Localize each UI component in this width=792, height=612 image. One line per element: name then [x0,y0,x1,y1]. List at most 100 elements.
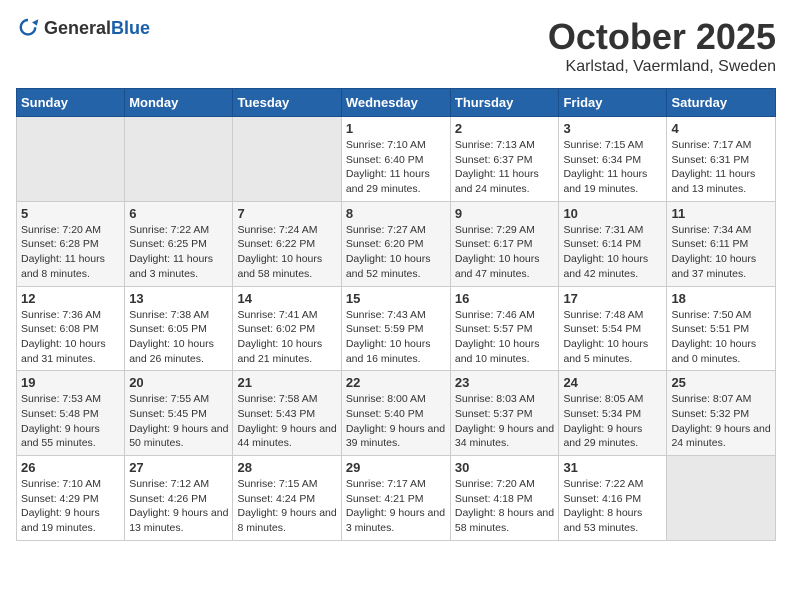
day-info: Sunrise: 7:24 AMSunset: 6:22 PMDaylight:… [237,223,336,282]
day-number: 5 [21,206,120,221]
sunrise-text: Sunrise: 7:29 AM [455,223,555,238]
sunset-text: Sunset: 5:40 PM [346,407,446,422]
sunset-text: Sunset: 6:14 PM [563,237,662,252]
daylight-text: Daylight: 10 hours and 31 minutes. [21,337,120,366]
header-thursday: Thursday [450,89,559,117]
calendar-week-row: 5Sunrise: 7:20 AMSunset: 6:28 PMDaylight… [17,201,776,286]
day-info: Sunrise: 7:12 AMSunset: 4:26 PMDaylight:… [129,477,228,536]
daylight-text: Daylight: 10 hours and 42 minutes. [563,252,662,281]
daylight-text: Daylight: 11 hours and 24 minutes. [455,167,555,196]
table-row: 6Sunrise: 7:22 AMSunset: 6:25 PMDaylight… [125,201,233,286]
sunset-text: Sunset: 5:48 PM [21,407,120,422]
day-number: 19 [21,375,120,390]
logo-general: General [44,18,111,38]
sunset-text: Sunset: 5:43 PM [237,407,336,422]
table-row [233,117,341,202]
day-info: Sunrise: 7:22 AMSunset: 4:16 PMDaylight:… [563,477,662,536]
day-number: 26 [21,460,120,475]
day-info: Sunrise: 8:00 AMSunset: 5:40 PMDaylight:… [346,392,446,451]
logo-blue: Blue [111,18,150,38]
sunset-text: Sunset: 6:05 PM [129,322,228,337]
table-row: 14Sunrise: 7:41 AMSunset: 6:02 PMDayligh… [233,286,341,371]
day-number: 22 [346,375,446,390]
sunrise-text: Sunrise: 7:38 AM [129,308,228,323]
day-info: Sunrise: 7:15 AMSunset: 4:24 PMDaylight:… [237,477,336,536]
sunrise-text: Sunrise: 8:03 AM [455,392,555,407]
sunset-text: Sunset: 6:17 PM [455,237,555,252]
day-info: Sunrise: 7:46 AMSunset: 5:57 PMDaylight:… [455,308,555,367]
sunrise-text: Sunrise: 7:43 AM [346,308,446,323]
sunrise-text: Sunrise: 8:05 AM [563,392,662,407]
table-row: 17Sunrise: 7:48 AMSunset: 5:54 PMDayligh… [559,286,667,371]
sunset-text: Sunset: 6:28 PM [21,237,120,252]
table-row: 28Sunrise: 7:15 AMSunset: 4:24 PMDayligh… [233,456,341,541]
table-row: 22 Sunrise: 8:00 AMSunset: 5:40 PMDayligh… [341,371,450,456]
table-row: 30Sunrise: 7:20 AMSunset: 4:18 PMDayligh… [450,456,559,541]
sunrise-text: Sunrise: 7:17 AM [671,138,771,153]
day-number: 2 [455,121,555,136]
day-info: Sunrise: 7:17 AMSunset: 6:31 PMDaylight:… [671,138,771,197]
table-row: 4Sunrise: 7:17 AMSunset: 6:31 PMDaylight… [667,117,776,202]
day-info: Sunrise: 7:50 AMSunset: 5:51 PMDaylight:… [671,308,771,367]
logo-icon [16,16,40,40]
page-header: GeneralBlue October 2025 Karlstad, Vaerm… [16,16,776,76]
day-info: Sunrise: 7:10 AMSunset: 4:29 PMDaylight:… [21,477,120,536]
logo: GeneralBlue [16,16,150,40]
day-number: 15 [346,291,446,306]
day-info: Sunrise: 7:17 AMSunset: 4:21 PMDaylight:… [346,477,446,536]
sunrise-text: Sunrise: 7:24 AM [237,223,336,238]
day-info: Sunrise: 7:20 AMSunset: 4:18 PMDaylight:… [455,477,555,536]
table-row: 19 Sunrise: 7:53 AMSunset: 5:48 PMDayligh… [17,371,125,456]
table-row: 27 Sunrise: 7:12 AMSunset: 4:26 PMDayligh… [125,456,233,541]
daylight-text: Daylight: 11 hours and 29 minutes. [346,167,446,196]
day-number: 7 [237,206,336,221]
sunset-text: Sunset: 4:26 PM [129,492,228,507]
sunset-text: Sunset: 4:24 PM [237,492,336,507]
day-info: Sunrise: 7:34 AMSunset: 6:11 PMDaylight:… [671,223,771,282]
sunrise-text: Sunrise: 7:48 AM [563,308,662,323]
daylight-text: Daylight: 9 hours and 13 minutes. [129,506,228,535]
day-info: Sunrise: 7:29 AMSunset: 6:17 PMDaylight:… [455,223,555,282]
day-number: 27 [129,460,228,475]
calendar-week-row: 26 Sunrise: 7:10 AMSunset: 4:29 PMDayligh… [17,456,776,541]
calendar-week-row: 12Sunrise: 7:36 AMSunset: 6:08 PMDayligh… [17,286,776,371]
day-info: Sunrise: 7:53 AMSunset: 5:48 PMDaylight:… [21,392,120,451]
daylight-text: Daylight: 10 hours and 26 minutes. [129,337,228,366]
day-info: Sunrise: 8:03 AMSunset: 5:37 PMDaylight:… [455,392,555,451]
sunset-text: Sunset: 4:18 PM [455,492,555,507]
daylight-text: Daylight: 9 hours and 55 minutes. [21,422,120,451]
daylight-text: Daylight: 9 hours and 29 minutes. [563,422,662,451]
table-row: 3Sunrise: 7:15 AMSunset: 6:34 PMDaylight… [559,117,667,202]
daylight-text: Daylight: 10 hours and 52 minutes. [346,252,446,281]
sunrise-text: Sunrise: 7:20 AM [455,477,555,492]
sunset-text: Sunset: 4:21 PM [346,492,446,507]
day-number: 11 [671,206,771,221]
sunset-text: Sunset: 6:02 PM [237,322,336,337]
table-row [125,117,233,202]
day-info: Sunrise: 8:07 AMSunset: 5:32 PMDaylight:… [671,392,771,451]
table-row [17,117,125,202]
day-number: 20 [129,375,228,390]
sunset-text: Sunset: 6:22 PM [237,237,336,252]
daylight-text: Daylight: 9 hours and 19 minutes. [21,506,120,535]
day-number: 21 [237,375,336,390]
table-row: 20 Sunrise: 7:55 AMSunset: 5:45 PMDayligh… [125,371,233,456]
daylight-text: Daylight: 9 hours and 39 minutes. [346,422,446,451]
day-number: 16 [455,291,555,306]
day-number: 13 [129,291,228,306]
sunset-text: Sunset: 5:51 PM [671,322,771,337]
day-number: 17 [563,291,662,306]
daylight-text: Daylight: 9 hours and 50 minutes. [129,422,228,451]
daylight-text: Daylight: 8 hours and 58 minutes. [455,506,555,535]
sunrise-text: Sunrise: 7:13 AM [455,138,555,153]
table-row: 16 Sunrise: 7:46 AMSunset: 5:57 PMDayligh… [450,286,559,371]
day-info: Sunrise: 7:55 AMSunset: 5:45 PMDaylight:… [129,392,228,451]
daylight-text: Daylight: 11 hours and 13 minutes. [671,167,771,196]
sunrise-text: Sunrise: 7:36 AM [21,308,120,323]
table-row: 29Sunrise: 7:17 AMSunset: 4:21 PMDayligh… [341,456,450,541]
calendar-header-row: Sunday Monday Tuesday Wednesday Thursday… [17,89,776,117]
daylight-text: Daylight: 11 hours and 8 minutes. [21,252,120,281]
table-row: 31Sunrise: 7:22 AMSunset: 4:16 PMDayligh… [559,456,667,541]
sunrise-text: Sunrise: 7:15 AM [237,477,336,492]
header-sunday: Sunday [17,89,125,117]
